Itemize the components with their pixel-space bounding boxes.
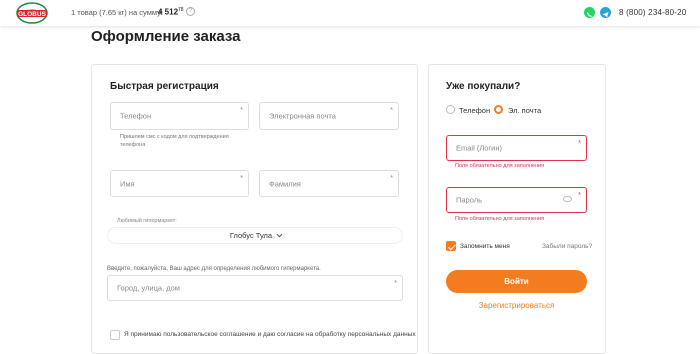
required-mark: * bbox=[578, 192, 581, 199]
telegram-icon[interactable] bbox=[600, 7, 611, 18]
register-link[interactable]: Зарегистрироваться bbox=[446, 301, 587, 310]
remember-me-checkbox[interactable] bbox=[446, 241, 456, 251]
favorite-store-value: Глобус Тула bbox=[229, 231, 273, 240]
cart-sum-cents: 78 bbox=[178, 7, 184, 13]
login-email-field[interactable]: Email (Логин) * bbox=[446, 135, 587, 161]
radio-phone-label[interactable]: Телефон bbox=[459, 106, 490, 115]
svg-text:GLOBUS: GLOBUS bbox=[18, 11, 46, 18]
reg-surname-placeholder: Фамилия bbox=[269, 179, 301, 188]
favorite-store-label: Любимый гипермаркет: bbox=[117, 218, 177, 224]
reg-name-placeholder: Имя bbox=[120, 179, 135, 188]
required-mark: * bbox=[578, 140, 581, 147]
radio-phone[interactable] bbox=[446, 105, 455, 114]
agree-text: Я принимаю пользовательское соглашение и… bbox=[124, 331, 416, 338]
address-field[interactable]: Город, улица, дом * bbox=[107, 275, 403, 301]
radio-email[interactable] bbox=[494, 105, 503, 114]
login-password-field[interactable]: Пароль * bbox=[446, 187, 587, 213]
address-prompt: Введите, пожалуйста, Ваш адрес для опред… bbox=[107, 266, 321, 272]
required-mark: * bbox=[240, 175, 243, 182]
reg-phone-placeholder: Телефон bbox=[120, 111, 152, 121]
forgot-password-link[interactable]: Забыли пароль? bbox=[542, 243, 592, 250]
required-mark: * bbox=[240, 107, 243, 114]
personal-data-link[interactable]: на обработку персональных данных bbox=[306, 331, 416, 338]
login-button[interactable]: Войти bbox=[446, 270, 587, 293]
address-placeholder: Город, улица, дом bbox=[117, 283, 180, 293]
quick-registration-title: Быстрая регистрация bbox=[110, 81, 219, 92]
required-mark: * bbox=[390, 107, 393, 114]
remember-me-label[interactable]: Запомнить меня bbox=[460, 243, 510, 250]
reg-surname-field[interactable]: Фамилия * bbox=[259, 170, 399, 197]
email-error-message: Поле обязательно для заполнения bbox=[455, 163, 545, 169]
user-agreement-link[interactable]: пользовательское соглашение bbox=[163, 331, 255, 338]
whatsapp-icon[interactable] bbox=[584, 7, 595, 18]
login-title: Уже покупали? bbox=[446, 81, 521, 92]
info-icon[interactable]: ? bbox=[186, 7, 195, 16]
favorite-store-select[interactable]: Глобус Тула bbox=[107, 227, 403, 244]
sms-hint: Пришлем смс с кодом для подтверждения те… bbox=[120, 134, 229, 148]
cart-sum: 4 51278 bbox=[158, 7, 184, 17]
page-title: Оформление заказа bbox=[91, 28, 241, 45]
hotline-phone[interactable]: 8 (800) 234-80-20 bbox=[619, 8, 686, 17]
reg-phone-field[interactable]: Телефон * bbox=[110, 102, 249, 130]
login-email-placeholder: Email (Логин) bbox=[456, 143, 502, 153]
required-mark: * bbox=[390, 175, 393, 182]
reg-email-field[interactable]: Электронная почта * bbox=[259, 102, 399, 130]
required-mark: * bbox=[394, 280, 397, 287]
top-header: GLOBUS 1 товар (7.65 кг) на сумму: 4 512… bbox=[0, 0, 700, 26]
login-password-placeholder: Пароль bbox=[456, 195, 483, 205]
reg-name-field[interactable]: Имя * bbox=[110, 170, 249, 197]
reg-email-placeholder: Электронная почта bbox=[269, 111, 336, 121]
radio-email-label[interactable]: Эл. почта bbox=[508, 106, 541, 115]
chevron-down-icon bbox=[276, 231, 283, 238]
cart-summary-text: 1 товар (7.65 кг) на сумму: bbox=[71, 8, 163, 17]
eye-icon[interactable] bbox=[563, 196, 572, 202]
password-error-message: Поле обязательно для заполнения bbox=[455, 216, 545, 222]
globus-logo[interactable]: GLOBUS bbox=[14, 2, 50, 24]
